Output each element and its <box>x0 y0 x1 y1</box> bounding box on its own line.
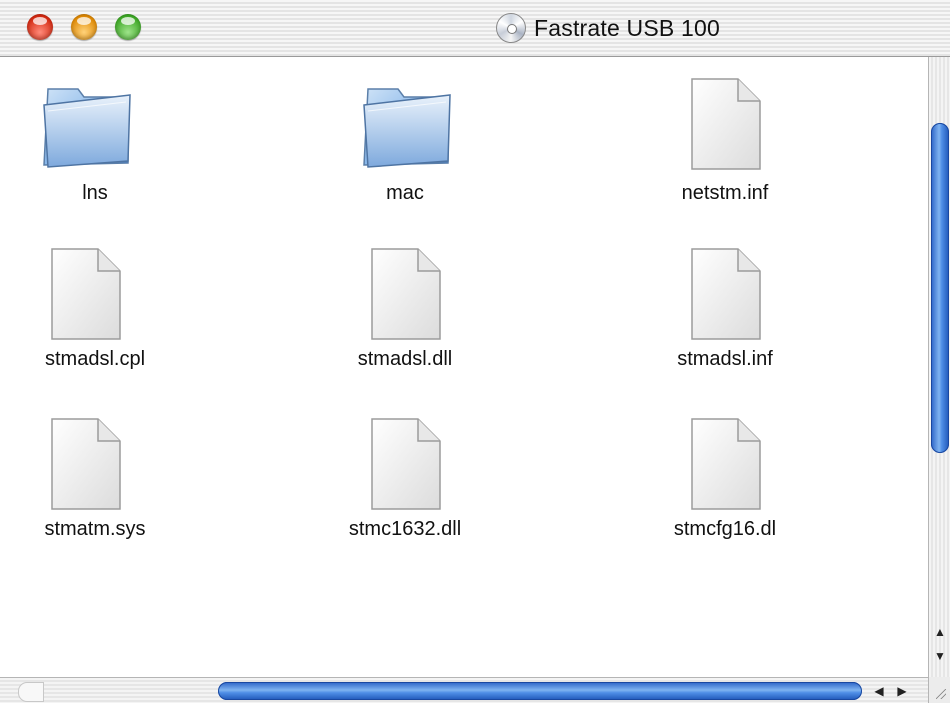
cd-disk-icon <box>496 13 526 43</box>
minimize-button[interactable] <box>71 14 97 40</box>
file-item-stmadsl-dll[interactable]: stmadsl.dll <box>310 227 500 397</box>
finder-content: lns mac netstm.inf stmadsl.cpl stmadsl.d… <box>0 57 928 677</box>
document-icon <box>688 245 764 348</box>
scroll-down-arrow-icon[interactable]: ▼ <box>932 647 948 665</box>
folder-label: lns <box>82 182 108 204</box>
horizontal-scrollbar[interactable]: ◀ ▶ <box>0 677 928 703</box>
file-label: netstm.inf <box>681 182 769 204</box>
file-item-stmatm-sys[interactable]: stmatm.sys <box>0 397 190 567</box>
file-item-stmc1632-dll[interactable]: stmc1632.dll <box>310 397 500 567</box>
zoom-button[interactable] <box>115 14 141 40</box>
window-title: Fastrate USB 100 <box>534 14 721 41</box>
file-item-netstm-inf[interactable]: netstm.inf <box>630 57 820 227</box>
file-label: stmatm.sys <box>44 518 146 540</box>
file-item-stmadsl-inf[interactable]: stmadsl.inf <box>630 227 820 397</box>
horizontal-scroll-thumb[interactable] <box>218 682 862 700</box>
file-label: stmadsl.dll <box>357 348 453 370</box>
file-label: stmadsl.cpl <box>44 348 146 370</box>
folder-icon <box>38 75 136 178</box>
file-label: stmadsl.inf <box>677 348 773 370</box>
folder-icon <box>358 75 456 178</box>
window-title-group: Fastrate USB 100 <box>496 12 720 44</box>
file-item-stmcfg16-dl[interactable]: stmcfg16.dl <box>630 397 820 567</box>
document-icon <box>368 415 444 518</box>
document-icon <box>688 415 764 518</box>
folder-item-mac[interactable]: mac <box>310 57 500 227</box>
title-bar[interactable]: Fastrate USB 100 <box>0 0 950 57</box>
scroll-up-arrow-icon[interactable]: ▲ <box>932 623 948 641</box>
folder-item-lns[interactable]: lns <box>0 57 190 227</box>
document-icon <box>48 245 124 348</box>
file-item-stmadsl-cpl[interactable]: stmadsl.cpl <box>0 227 190 397</box>
file-label: stmc1632.dll <box>348 518 462 540</box>
document-icon <box>688 75 764 178</box>
horizontal-track-cap <box>18 682 44 702</box>
close-button[interactable] <box>27 14 53 40</box>
vertical-scrollbar[interactable]: ▲ ▼ <box>928 57 950 677</box>
document-icon <box>368 245 444 348</box>
vertical-scroll-thumb[interactable] <box>931 123 949 453</box>
document-icon <box>48 415 124 518</box>
resize-grip-icon[interactable] <box>928 677 950 703</box>
folder-label: mac <box>386 182 424 204</box>
file-label: stmcfg16.dl <box>673 518 777 540</box>
scroll-right-arrow-icon[interactable]: ▶ <box>893 682 911 700</box>
scroll-left-arrow-icon[interactable]: ◀ <box>870 682 888 700</box>
